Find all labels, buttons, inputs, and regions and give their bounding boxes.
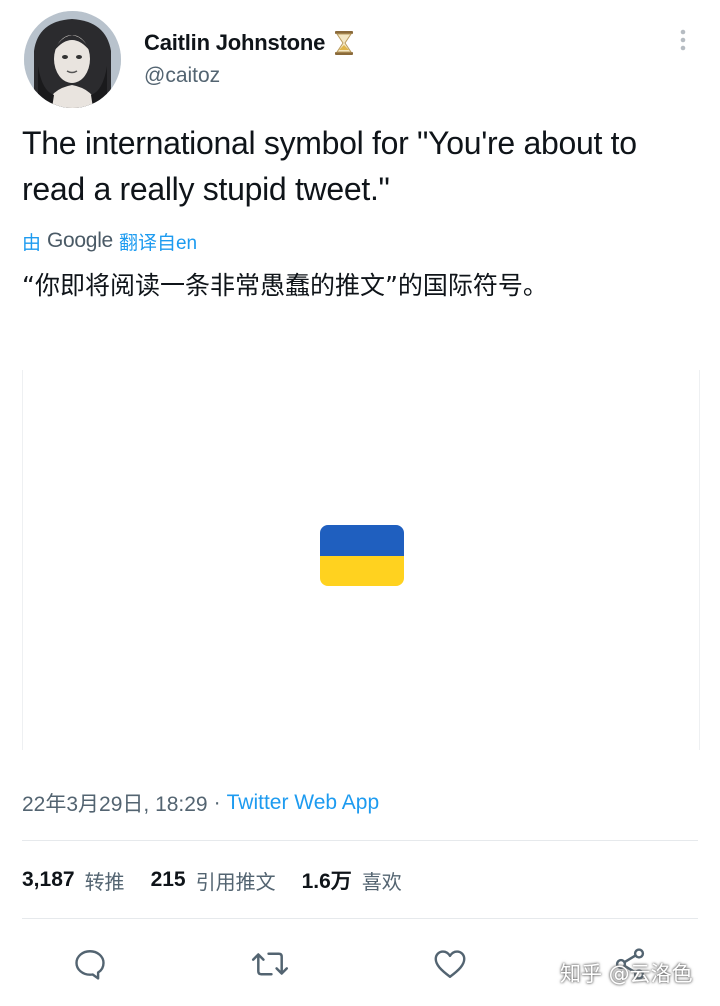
stat-number: 215 bbox=[150, 868, 186, 891]
avatar[interactable] bbox=[24, 11, 121, 108]
tweet-timestamp[interactable]: 22年3月29日, 18:29 bbox=[22, 788, 208, 818]
divider bbox=[22, 840, 698, 841]
flag-top-stripe bbox=[320, 525, 404, 556]
tweet-media[interactable] bbox=[22, 370, 700, 750]
flag-bottom-stripe bbox=[320, 555, 404, 586]
zhihu-watermark: 知乎 @云洛色 bbox=[560, 962, 693, 986]
avatar-portrait-icon bbox=[24, 11, 121, 108]
stat-label: 引用推文 bbox=[195, 869, 276, 894]
tweet-text: The international symbol for "You're abo… bbox=[22, 125, 637, 207]
tweet-meta: 22年3月29日, 18:29 · Twitter Web App bbox=[22, 788, 379, 818]
stat-number: 1.6万 bbox=[301, 870, 352, 893]
stat-number: 3,187 bbox=[22, 868, 75, 891]
stat-label: 转推 bbox=[84, 869, 125, 894]
more-options-button[interactable] bbox=[670, 24, 696, 56]
more-vertical-icon bbox=[680, 29, 686, 51]
reply-button[interactable] bbox=[70, 944, 110, 984]
google-logo: Google bbox=[47, 229, 113, 252]
author-name-row[interactable]: Caitlin Johnstone bbox=[144, 28, 355, 58]
like-count[interactable]: 1.6万 喜欢 bbox=[302, 865, 402, 895]
reply-icon bbox=[75, 950, 105, 980]
display-name[interactable]: Caitlin Johnstone bbox=[144, 30, 325, 56]
author-handle[interactable]: @caitoz bbox=[144, 64, 220, 88]
divider bbox=[22, 918, 698, 919]
translation-attribution[interactable]: 由 Google 翻译自en bbox=[22, 228, 197, 254]
retweet-button[interactable] bbox=[250, 944, 290, 984]
retweet-count[interactable]: 3,187 转推 bbox=[22, 866, 125, 895]
translation-prefix: 由 bbox=[22, 232, 42, 254]
meta-separator: · bbox=[213, 791, 221, 814]
quote-tweet-count[interactable]: 215 引用推文 bbox=[151, 866, 276, 895]
stat-label: 喜欢 bbox=[361, 869, 402, 894]
translated-text: “你即将阅读一条非常愚蠢的推文”的国际符号。 bbox=[22, 271, 548, 300]
ukraine-flag-icon bbox=[320, 525, 404, 586]
translation-suffix[interactable]: 翻译自en bbox=[119, 228, 197, 255]
retweet-icon bbox=[251, 952, 289, 976]
like-icon bbox=[434, 950, 466, 978]
tweet-source[interactable]: Twitter Web App bbox=[227, 791, 380, 815]
hourglass-icon bbox=[333, 30, 355, 56]
tweet-stats: 3,187 转推 215 引用推文 1.6万 喜欢 bbox=[22, 864, 428, 896]
like-button[interactable] bbox=[430, 944, 470, 984]
